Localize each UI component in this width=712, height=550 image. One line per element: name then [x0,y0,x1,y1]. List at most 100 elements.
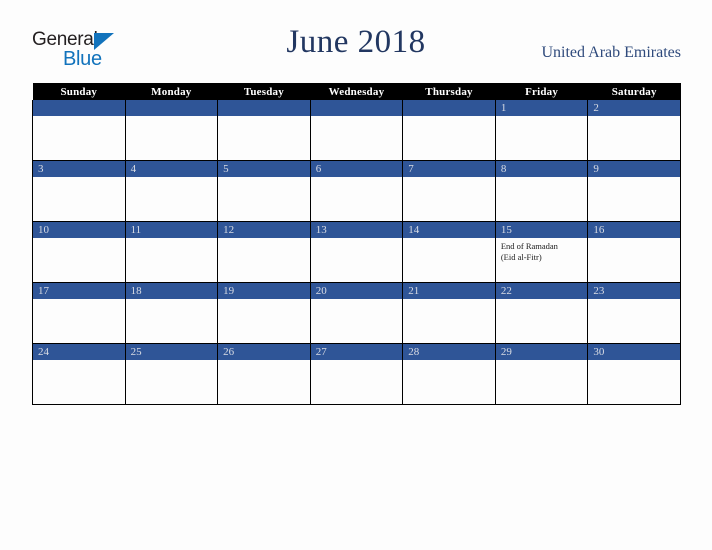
day-cell-inner: 12 [218,222,310,282]
day-number: 7 [403,161,495,177]
calendar-day-cell[interactable]: 3 [32,160,126,222]
calendar-week-row: 24 25 26 27 28 29 30 [32,343,681,405]
calendar-page: General Blue June 2018 United Arab Emira… [0,0,712,550]
calendar-day-cell[interactable]: 29 [494,343,589,405]
country-label: United Arab Emirates [541,44,681,61]
day-number: 18 [125,283,218,299]
calendar-week-row: 3456789 [32,160,681,222]
calendar-day-cell[interactable]: 23 [587,282,681,344]
day-number: 4 [125,161,218,177]
day-cell-inner: 26 [218,344,310,404]
calendar-day-cell[interactable]: 24 [32,343,126,405]
calendar-day-cell[interactable]: 30 [587,343,681,405]
day-cell-inner: 1 [495,100,588,160]
calendar-day-cell[interactable]: 7 [402,160,496,222]
calendar-day-cell[interactable]: 2 [587,100,681,161]
day-number: 29 [495,344,588,360]
day-cell-inner: 22 [495,283,588,343]
day-cell-inner: 29 [495,344,588,404]
calendar-day-cell[interactable] [217,100,311,161]
calendar-day-cell[interactable]: 4 [124,160,219,222]
day-number: 26 [218,344,310,360]
calendar-week-row: 12 [32,100,681,161]
calendar-day-cell[interactable]: 11 [124,221,219,283]
day-number: 21 [403,283,495,299]
day-number: 14 [403,222,495,238]
calendar-day-cell[interactable]: 14 [402,221,496,283]
day-number: 25 [125,344,218,360]
day-cell-inner: 3 [33,161,125,221]
day-number [310,100,403,116]
calendar-day-cell[interactable]: 6 [309,160,404,222]
weekday-header-thursday: Thursday [402,83,496,100]
day-cell-inner: 25 [125,344,218,404]
day-number: 24 [33,344,125,360]
day-cell-inner: 24 [33,344,125,404]
day-number: 2 [588,100,680,116]
weekday-header-wednesday: Wednesday [310,83,403,100]
day-number: 10 [33,222,125,238]
day-number: 3 [33,161,125,177]
day-cell-inner: 5 [218,161,310,221]
calendar-day-cell[interactable]: 26 [217,343,311,405]
weekday-header-row: Sunday Monday Tuesday Wednesday Thursday… [32,83,681,100]
day-number: 23 [588,283,680,299]
weekday-header-saturday: Saturday [587,83,681,100]
day-cell-inner: 4 [125,161,218,221]
page-header: General Blue June 2018 United Arab Emira… [0,0,712,83]
calendar-day-cell[interactable] [402,100,496,161]
day-cell-inner: 8 [495,161,588,221]
day-cell-inner [310,100,403,160]
day-number [218,100,310,116]
day-cell-inner [403,100,495,160]
calendar-day-cell[interactable]: 21 [402,282,496,344]
event-label: (Eid al-Fitr) [500,251,542,262]
day-cell-inner: 9 [588,161,680,221]
calendar-day-cell[interactable]: 5 [217,160,311,222]
calendar-day-cell[interactable]: 17 [32,282,126,344]
calendar-day-cell[interactable]: 18 [124,282,219,344]
day-cell-inner: 23 [588,283,680,343]
day-cell-inner: 16 [588,222,680,282]
day-number: 9 [588,161,680,177]
calendar-day-cell[interactable] [124,100,219,161]
day-cell-inner: 17 [33,283,125,343]
calendar-day-cell[interactable]: 22 [494,282,589,344]
weekday-header-friday: Friday [495,83,588,100]
calendar-day-cell[interactable]: 15 End of Ramadan (Eid al-Fitr) [494,221,589,283]
day-number: 5 [218,161,310,177]
calendar-day-cell[interactable]: 25 [124,343,219,405]
day-cell-inner [218,100,310,160]
day-events: End of Ramadan (Eid al-Fitr) [496,238,588,262]
day-number: 27 [310,344,403,360]
calendar-day-cell[interactable]: 20 [309,282,404,344]
day-cell-inner [33,100,125,160]
calendar-day-cell[interactable]: 27 [309,343,404,405]
day-cell-inner: 27 [310,344,403,404]
calendar-day-cell[interactable]: 8 [494,160,589,222]
day-cell-inner: 19 [218,283,310,343]
day-number: 22 [495,283,588,299]
day-cell-inner: 15 End of Ramadan (Eid al-Fitr) [495,222,588,282]
day-cell-inner: 2 [588,100,680,160]
day-cell-inner: 13 [310,222,403,282]
weekday-header-tuesday: Tuesday [217,83,311,100]
calendar-day-cell[interactable]: 9 [587,160,681,222]
day-cell-inner [125,100,218,160]
calendar-day-cell[interactable]: 13 [309,221,404,283]
calendar-day-cell[interactable]: 12 [217,221,311,283]
day-cell-inner: 28 [403,344,495,404]
day-number: 30 [588,344,680,360]
day-number: 20 [310,283,403,299]
calendar-day-cell[interactable]: 16 [587,221,681,283]
event-label: End of Ramadan [500,241,558,251]
calendar-day-cell[interactable]: 28 [402,343,496,405]
day-number: 6 [310,161,403,177]
calendar-day-cell[interactable]: 19 [217,282,311,344]
day-number: 11 [125,222,218,238]
weekday-header-monday: Monday [125,83,218,100]
calendar-day-cell[interactable]: 10 [32,221,126,283]
calendar-day-cell[interactable]: 1 [494,100,589,161]
calendar-day-cell[interactable] [32,100,126,161]
calendar-day-cell[interactable] [309,100,404,161]
